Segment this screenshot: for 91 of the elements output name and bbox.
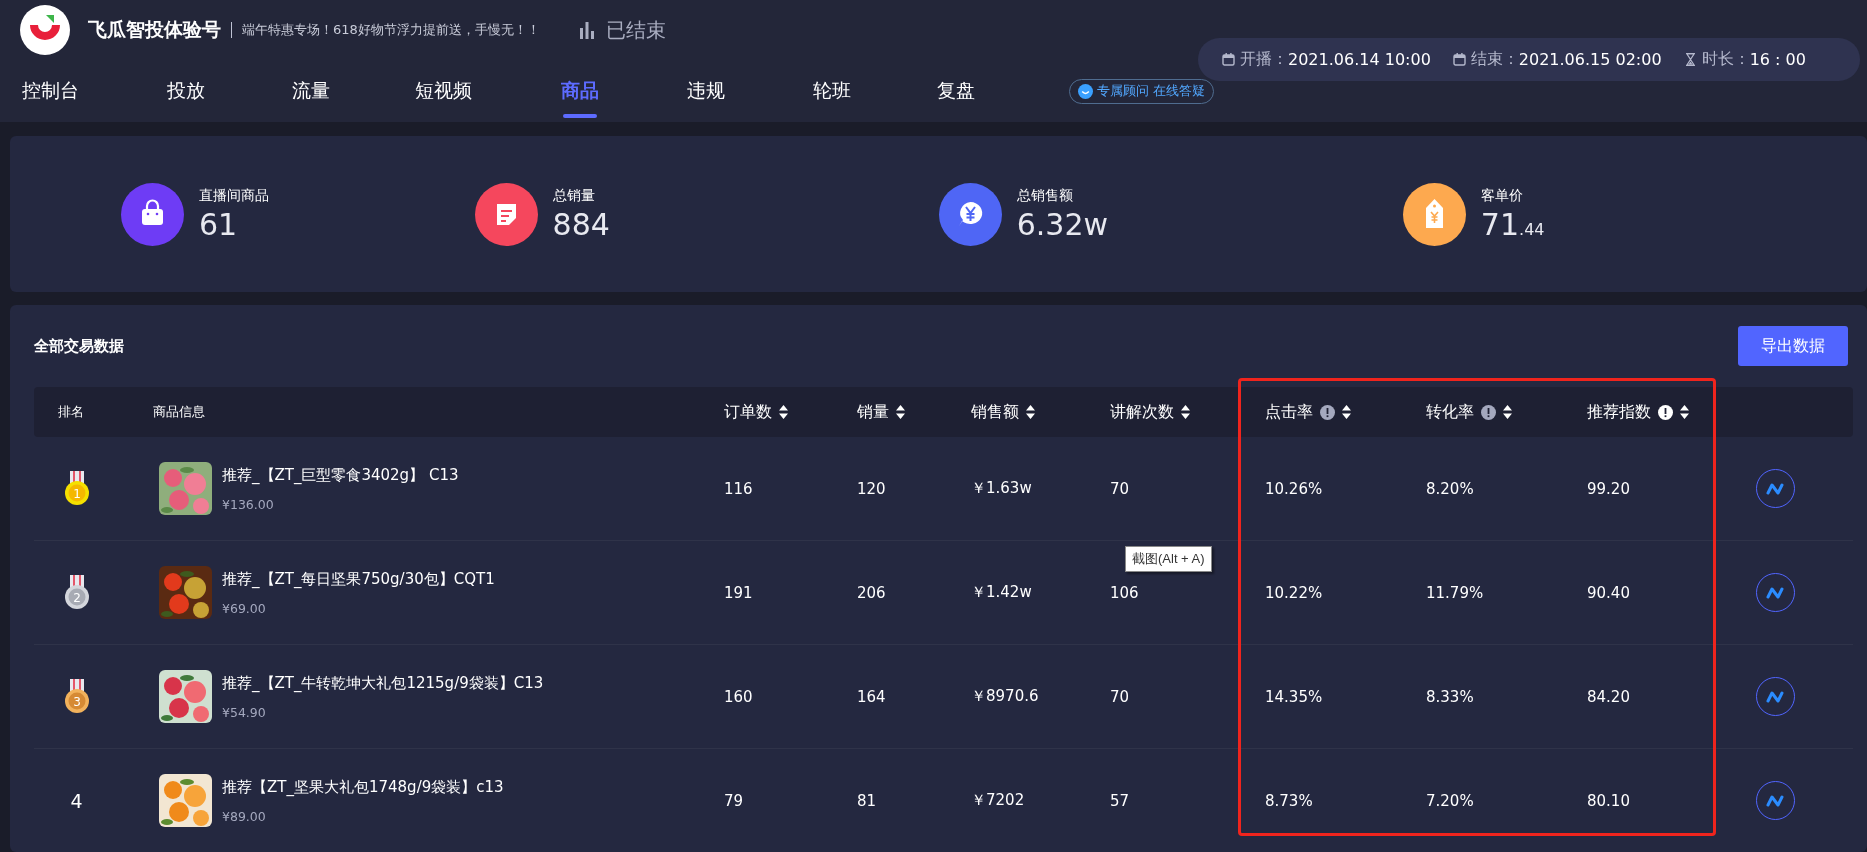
table-cell-text: 90.40: [1586, 583, 1631, 602]
table-cell-text: 160: [723, 687, 754, 706]
product-price: ¥69.00: [222, 600, 267, 616]
column-header[interactable]: 订单数: [724, 401, 772, 423]
table-cell-text: 7.20%: [1425, 791, 1475, 810]
nav-tab[interactable]: 违规: [687, 60, 725, 122]
table-cell-text: 11.79%: [1425, 583, 1485, 602]
chat-icon: [1078, 83, 1093, 99]
column-header: 排名: [58, 403, 84, 421]
table-cell-text: ￥8970.6: [970, 687, 1040, 706]
column-header[interactable]: 销售额: [971, 401, 1019, 423]
stat-label: 直播间商品: [199, 186, 269, 205]
table-cell-text: 164: [856, 687, 887, 706]
table-cell-text: 8.20%: [1425, 479, 1475, 498]
product-name[interactable]: 推荐_【ZT_每日坚果750g/30包】CQT1: [222, 569, 495, 589]
table-cell-text: 106: [1109, 583, 1140, 602]
column-header[interactable]: 销量: [857, 401, 889, 423]
table-cell-text: ￥1.63w: [970, 479, 1033, 498]
table-cell-text: 10.22%: [1264, 583, 1324, 602]
table-cell-text: 70: [1109, 479, 1131, 498]
table-cell-text: 80.10: [1586, 791, 1631, 810]
bar-chart-icon: [577, 21, 596, 39]
column-header[interactable]: 讲解次数: [1110, 401, 1174, 423]
slogan-text: 端午特惠专场！618好物节浮力提前送，手慢无！！: [242, 21, 540, 39]
sort-icon[interactable]: [1342, 405, 1351, 419]
table-cell-text: 206: [856, 583, 887, 602]
tooltip: 截图(Alt + A): [1125, 546, 1212, 572]
table-cell-text: 116: [723, 479, 754, 498]
brand-name: 飞瓜智投体验号: [88, 17, 221, 42]
table-cell-text: 191: [723, 583, 754, 602]
table-cell-text: 10.26%: [1264, 479, 1324, 498]
sort-icon[interactable]: [1503, 405, 1512, 419]
column-header[interactable]: 转化率: [1426, 401, 1474, 423]
nav-tab[interactable]: 流量: [292, 60, 330, 122]
table-cell-text: 84.20: [1586, 687, 1631, 706]
rank-number: 4: [70, 789, 83, 812]
nav-tab[interactable]: 投放: [167, 60, 205, 122]
line-chart-icon: [1765, 481, 1785, 496]
table-cell-text: ￥7202: [970, 791, 1026, 810]
nav-tab[interactable]: 轮班: [813, 60, 851, 122]
line-chart-icon: [1765, 689, 1785, 704]
sort-icon[interactable]: [1680, 405, 1689, 419]
nav-tab[interactable]: 复盘: [937, 60, 975, 122]
stat-value: 884: [552, 206, 610, 242]
table-cell-text: ￥1.42w: [970, 583, 1033, 602]
table-cell-text: 79: [723, 791, 745, 810]
sort-icon[interactable]: [896, 405, 905, 419]
stat-value: 6.32w: [1016, 206, 1109, 242]
table-cell-text: 120: [856, 479, 887, 498]
stat-value: 71.44: [1480, 206, 1545, 242]
product-price: ¥136.00: [222, 496, 275, 512]
stat-label: 总销售额: [1016, 186, 1074, 205]
hourglass-icon: [1683, 53, 1697, 66]
export-button[interactable]: 导出数据: [1738, 326, 1848, 366]
table-cell-text: 14.35%: [1264, 687, 1324, 706]
stat-label: 总销量: [552, 186, 596, 205]
column-header: 商品信息: [153, 403, 205, 421]
schedule-label: 结束：: [1470, 49, 1519, 70]
schedule-value: 2021.06.15 02:00: [1518, 50, 1662, 69]
product-name[interactable]: 推荐_【ZT_牛转乾坤大礼包1215g/9袋装】C13: [222, 673, 544, 693]
live-status: 已结束: [605, 16, 666, 44]
table-cell-text: 99.20: [1586, 479, 1631, 498]
table-cell-text: 8.33%: [1425, 687, 1475, 706]
product-name[interactable]: 推荐_【ZT_巨型零食3402g】 C13: [222, 465, 459, 485]
nav-tab[interactable]: 商品: [561, 60, 599, 122]
section-title: 全部交易数据: [34, 336, 124, 356]
table-cell-text: 70: [1109, 687, 1131, 706]
schedule-label: 开播：: [1240, 49, 1288, 70]
calendar-icon: [1222, 53, 1235, 66]
nav-tab[interactable]: 控制台: [22, 60, 79, 122]
sort-icon[interactable]: [779, 405, 788, 419]
product-price: ¥89.00: [222, 808, 267, 824]
stat-label: 客单价: [1480, 186, 1524, 205]
table-cell-text: 57: [1109, 791, 1131, 810]
stat-value: 61: [199, 206, 239, 242]
schedule-value: 16 : 00: [1749, 50, 1806, 69]
nav-tab[interactable]: 短视频: [415, 60, 472, 122]
table-cell-text: 8.73%: [1264, 791, 1314, 810]
schedule-label: 时长：: [1701, 49, 1750, 70]
sort-icon[interactable]: [1026, 405, 1035, 419]
schedule-value: 2021.06.14 10:00: [1288, 50, 1431, 69]
column-header[interactable]: 点击率: [1265, 401, 1313, 423]
line-chart-icon: [1765, 585, 1785, 600]
table-cell-text: 81: [856, 791, 878, 810]
calendar-icon: [1452, 53, 1466, 66]
product-name[interactable]: 推荐【ZT_坚果大礼包1748g/9袋装】c13: [222, 777, 504, 797]
column-header[interactable]: 推荐指数: [1587, 401, 1651, 423]
logo-icon: [20, 5, 70, 55]
sort-icon[interactable]: [1181, 405, 1190, 419]
line-chart-icon: [1765, 793, 1785, 808]
product-price: ¥54.90: [222, 704, 267, 720]
